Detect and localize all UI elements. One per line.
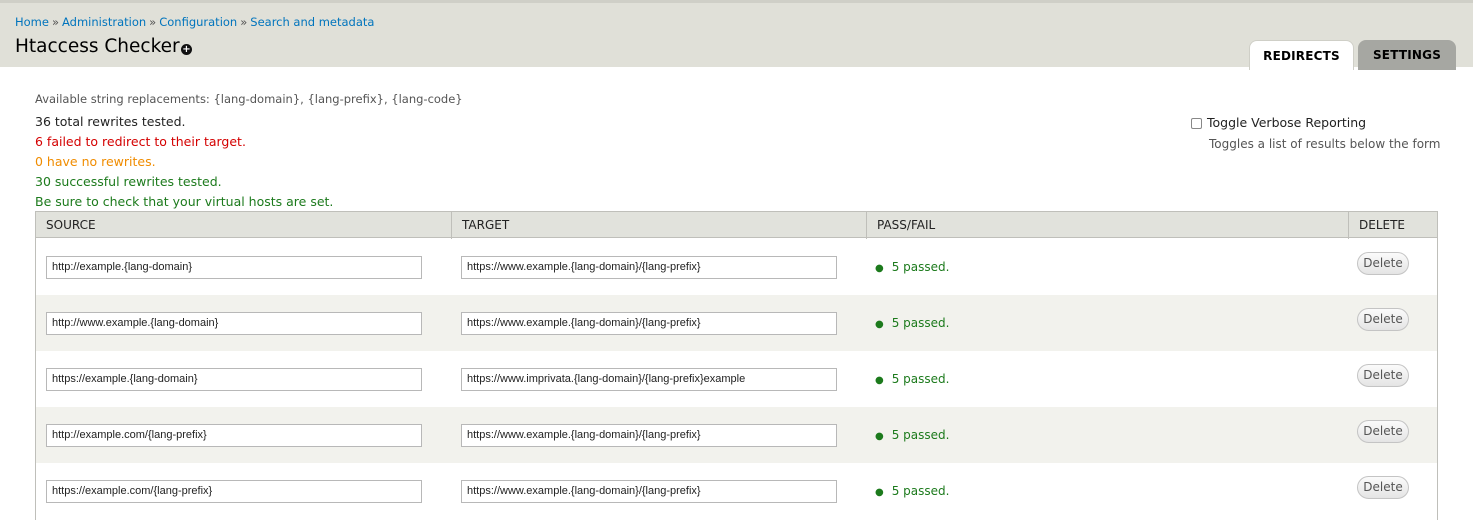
source-input[interactable]: https://example.com/{lang-prefix}: [46, 480, 422, 503]
no-rewrites-message: 0 have no rewrites.: [35, 154, 156, 169]
breadcrumb-separator: »: [51, 15, 60, 29]
string-replacements-note: Available string replacements: {lang-dom…: [35, 92, 463, 106]
delete-button[interactable]: Delete: [1357, 476, 1409, 499]
page: Home» Administration» Configuration» Search…: [0, 0, 1473, 520]
pass-fail-result: ● 5 passed.: [875, 484, 949, 498]
breadcrumb-search-metadata-link[interactable]: Search and metadata: [250, 15, 374, 29]
bullet-icon: ●: [875, 431, 884, 442]
page-title: Htaccess Checker: [15, 36, 180, 57]
add-shortcut-icon[interactable]: +: [181, 44, 192, 55]
pass-fail-result: ● 5 passed.: [875, 260, 949, 274]
target-input[interactable]: https://www.example.{lang-domain}/{lang-…: [461, 424, 837, 447]
pass-fail-result: ● 5 passed.: [875, 372, 949, 386]
total-rewrites-message: 36 total rewrites tested.: [35, 114, 186, 129]
bullet-icon: ●: [875, 319, 884, 330]
breadcrumb-configuration-link[interactable]: Configuration: [159, 15, 237, 29]
table-row: https://example.{lang-domain} https://ww…: [36, 351, 1437, 407]
bullet-icon: ●: [875, 375, 884, 386]
successful-rewrites-message: 30 successful rewrites tested.: [35, 174, 222, 189]
source-input[interactable]: http://example.com/{lang-prefix}: [46, 424, 422, 447]
verbose-reporting-description: Toggles a list of results below the form: [1209, 137, 1441, 151]
virtual-hosts-note: Be sure to check that your virtual hosts…: [35, 194, 334, 209]
failed-rewrites-message: 6 failed to redirect to their target.: [35, 134, 246, 149]
redirects-table: SOURCE TARGET PASS/FAIL DELETE http://ex…: [35, 211, 1438, 520]
pass-fail-text: 5 passed.: [891, 484, 950, 498]
pass-fail-text: 5 passed.: [891, 316, 950, 330]
column-header-source: SOURCE: [46, 218, 96, 232]
source-input[interactable]: https://example.{lang-domain}: [46, 368, 422, 391]
delete-button[interactable]: Delete: [1357, 308, 1409, 331]
delete-button[interactable]: Delete: [1357, 252, 1409, 275]
delete-button[interactable]: Delete: [1357, 420, 1409, 443]
table-row: http://www.example.{lang-domain} https:/…: [36, 295, 1437, 351]
source-input[interactable]: http://www.example.{lang-domain}: [46, 312, 422, 335]
breadcrumb-administration-link[interactable]: Administration: [62, 15, 146, 29]
breadcrumb: Home» Administration» Configuration» Search…: [15, 15, 374, 29]
target-input[interactable]: https://www.example.{lang-domain}/{lang-…: [461, 312, 837, 335]
bullet-icon: ●: [875, 487, 884, 498]
pass-fail-text: 5 passed.: [891, 428, 950, 442]
breadcrumb-home-link[interactable]: Home: [15, 15, 49, 29]
column-header-delete: DELETE: [1348, 212, 1437, 239]
page-header: Home» Administration» Configuration» Search…: [0, 0, 1473, 70]
table-row: http://example.com/{lang-prefix} https:/…: [36, 407, 1437, 463]
pass-fail-result: ● 5 passed.: [875, 428, 949, 442]
target-input[interactable]: https://www.example.{lang-domain}/{lang-…: [461, 256, 837, 279]
target-input[interactable]: https://www.imprivata.{lang-domain}/{lan…: [461, 368, 837, 391]
verbose-reporting-checkbox[interactable]: [1191, 118, 1202, 129]
pass-fail-result: ● 5 passed.: [875, 316, 949, 330]
pass-fail-text: 5 passed.: [891, 372, 950, 386]
table-row: https://example.com/{lang-prefix} https:…: [36, 463, 1437, 519]
delete-button[interactable]: Delete: [1357, 364, 1409, 387]
source-input[interactable]: http://example.{lang-domain}: [46, 256, 422, 279]
breadcrumb-separator: »: [149, 15, 157, 29]
tab-redirects[interactable]: REDIRECTS: [1249, 40, 1354, 70]
table-row: http://example.{lang-domain} https://www…: [36, 239, 1437, 295]
column-header-pass-fail: PASS/FAIL: [866, 212, 1348, 239]
target-input[interactable]: https://www.example.{lang-domain}/{lang-…: [461, 480, 837, 503]
bullet-icon: ●: [875, 263, 884, 274]
tab-settings[interactable]: SETTINGS: [1358, 40, 1456, 70]
verbose-reporting-label[interactable]: Toggle Verbose Reporting: [1207, 115, 1366, 130]
breadcrumb-separator: »: [240, 15, 248, 29]
column-header-target: TARGET: [451, 212, 866, 239]
table-header: SOURCE TARGET PASS/FAIL DELETE: [36, 211, 1437, 239]
pass-fail-text: 5 passed.: [891, 260, 950, 274]
